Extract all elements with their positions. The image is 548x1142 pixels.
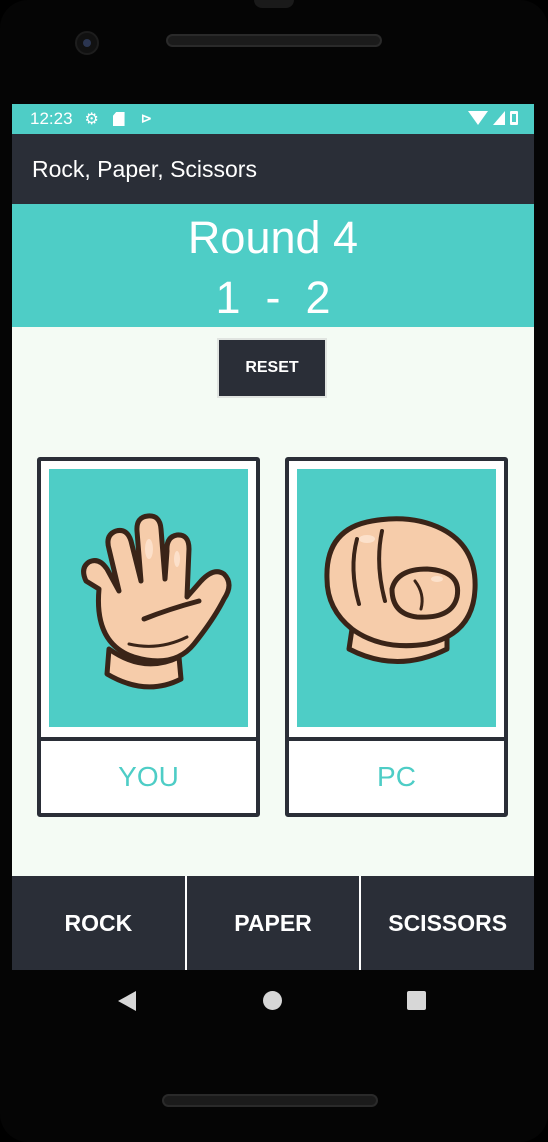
pc-label: PC bbox=[377, 761, 416, 792]
reset-button[interactable]: RESET bbox=[217, 338, 327, 398]
app-title: Rock, Paper, Scissors bbox=[32, 155, 257, 182]
play-store-icon: ⊳ bbox=[140, 111, 153, 127]
score-text: 1 - 2 bbox=[215, 272, 331, 323]
choice-buttons: ROCK PAPER SCISSORS bbox=[12, 876, 534, 970]
status-indicators bbox=[468, 111, 518, 125]
player-label: YOU bbox=[118, 761, 179, 792]
pc-card: PC bbox=[285, 457, 508, 817]
bottom-speaker bbox=[162, 1094, 378, 1107]
open-hand-paper-icon bbox=[81, 513, 232, 690]
player-card: YOU bbox=[37, 457, 260, 817]
scoreboard: Round 4 1 - 2 bbox=[12, 204, 534, 327]
back-icon[interactable] bbox=[118, 991, 136, 1011]
battery-icon bbox=[510, 111, 518, 125]
paper-button[interactable]: PAPER bbox=[186, 876, 360, 970]
scissors-button[interactable]: SCISSORS bbox=[361, 876, 534, 970]
earpiece-speaker bbox=[166, 34, 382, 47]
round-label: Round 4 bbox=[187, 212, 359, 263]
gear-icon: ⚙ bbox=[84, 109, 99, 128]
phone-frame: 12:23 ⚙ ⊳ Rock, Paper, Scissors Round 4 … bbox=[0, 0, 548, 1142]
home-icon[interactable] bbox=[263, 991, 282, 1010]
navigation-bar bbox=[0, 972, 548, 1028]
fist-rock-icon bbox=[324, 516, 478, 664]
status-time: 12:23 bbox=[30, 109, 73, 128]
rock-button[interactable]: ROCK bbox=[12, 876, 185, 970]
front-camera bbox=[75, 31, 99, 55]
recent-apps-icon[interactable] bbox=[407, 991, 426, 1010]
app-bar: Rock, Paper, Scissors bbox=[12, 134, 534, 204]
app-screen: 12:23 ⚙ ⊳ Rock, Paper, Scissors Round 4 … bbox=[12, 104, 534, 970]
sd-card-icon bbox=[112, 111, 129, 127]
signal-icon bbox=[493, 111, 505, 125]
pc-choice-image bbox=[297, 469, 496, 727]
wifi-icon bbox=[468, 111, 488, 125]
status-bar: 12:23 ⚙ ⊳ bbox=[12, 104, 534, 134]
player-choice-image bbox=[49, 469, 248, 727]
top-notch bbox=[254, 0, 294, 8]
